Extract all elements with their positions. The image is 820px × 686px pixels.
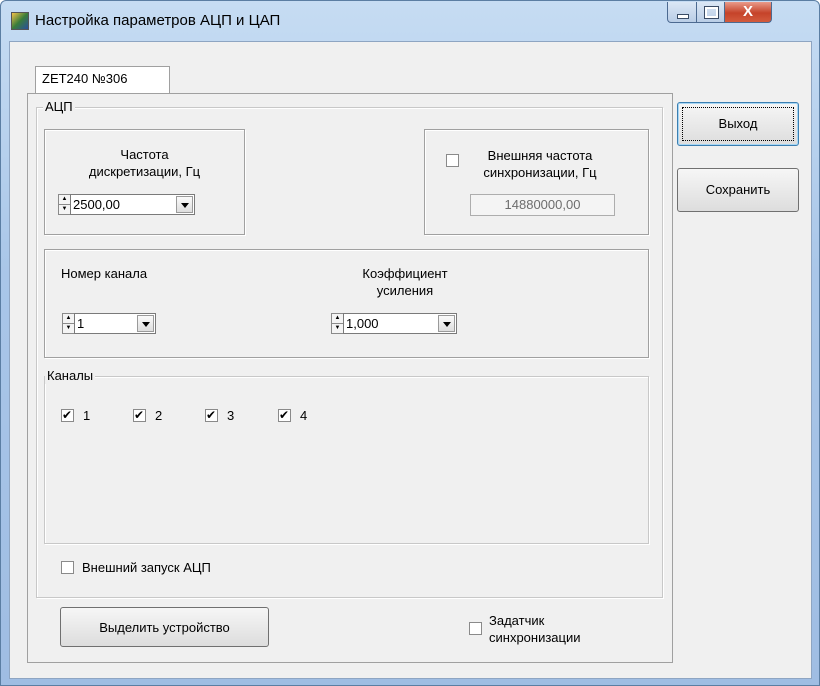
external-freq-frame: Внешняя частота синхронизации, Гц 148800…: [424, 129, 649, 235]
channel-check-label-1: 1: [83, 408, 91, 423]
channel-check-label-3: 3: [227, 408, 235, 423]
sampling-label-2: дискретизации, Гц: [88, 164, 201, 179]
channel-checkbox-3[interactable]: 3: [205, 407, 255, 424]
sampling-label-1: Частота: [120, 147, 169, 162]
exit-button[interactable]: Выход: [677, 102, 799, 146]
sampling-rate-select[interactable]: 2500,00: [70, 194, 195, 215]
sync-source-label-1: Задатчик: [489, 613, 545, 628]
adc-group-legend: АЦП: [43, 99, 75, 115]
sync-source-checkbox[interactable]: [469, 622, 482, 635]
channel-check-2[interactable]: [133, 407, 146, 423]
dialog-window: Настройка параметров АЦП и ЦАП X ZET240 …: [0, 0, 820, 686]
dialog-client-area: ZET240 №306 АЦП Частота дискретизации, Г…: [9, 41, 812, 679]
sync-source-label-2: синхронизации: [489, 630, 581, 645]
close-icon: X: [742, 3, 753, 20]
gain-value: 1,000: [346, 316, 379, 331]
chevron-down-icon[interactable]: [438, 315, 455, 332]
focus-rectangle: [682, 107, 794, 141]
spin-down-icon[interactable]: ▼: [63, 324, 74, 333]
sampling-frame: Частота дискретизации, Гц ▲ ▼ 2500,00: [44, 129, 245, 235]
channel-select[interactable]: 1: [74, 313, 156, 334]
external-freq-checkbox[interactable]: [446, 154, 459, 167]
external-start-checkbox[interactable]: [61, 561, 74, 574]
chevron-down-icon[interactable]: [137, 315, 154, 332]
channel-value: 1: [77, 316, 85, 331]
external-start-option[interactable]: Внешний запуск АЦП: [61, 560, 281, 576]
app-icon[interactable]: [11, 12, 29, 30]
channel-checkbox-4[interactable]: 4: [278, 407, 328, 424]
external-freq-value: 14880000,00: [470, 194, 615, 216]
channel-check-4[interactable]: [278, 407, 291, 423]
spin-up-icon[interactable]: ▲: [59, 195, 70, 205]
tab-panel: АЦП Частота дискретизации, Гц ▲ ▼ 2500,0…: [27, 93, 673, 663]
gain-label-2: усиления: [376, 283, 434, 298]
title-bar[interactable]: Настройка параметров АЦП и ЦАП X: [1, 1, 819, 41]
channel-checkbox-1[interactable]: 1: [61, 407, 111, 424]
channel-check-1[interactable]: [61, 407, 74, 423]
tab-device[interactable]: ZET240 №306: [35, 66, 170, 94]
minimize-button[interactable]: [667, 2, 697, 23]
save-button-label: Сохранить: [705, 182, 771, 197]
channel-gain-frame: Номер канала Коэффициент усиления ▲ ▼ 1 …: [44, 249, 649, 358]
adc-group: АЦП Частота дискретизации, Гц ▲ ▼ 2500,0…: [36, 99, 663, 598]
sync-source-option[interactable]: Задатчик синхронизации: [469, 612, 629, 648]
channel-check-3[interactable]: [205, 407, 218, 423]
channel-check-label-2: 2: [155, 408, 163, 423]
window-title: Настройка параметров АЦП и ЦАП: [35, 12, 281, 29]
external-start-label: Внешний запуск АЦП: [82, 560, 211, 575]
chevron-down-icon[interactable]: [176, 196, 193, 213]
spin-down-icon[interactable]: ▼: [59, 205, 70, 214]
spin-up-icon[interactable]: ▲: [63, 314, 74, 324]
spin-up-icon[interactable]: ▲: [332, 314, 343, 324]
sampling-rate-value: 2500,00: [73, 197, 120, 212]
channel-checkbox-2[interactable]: 2: [133, 407, 183, 424]
channels-group: Каналы 1 2 3 4: [44, 368, 649, 544]
channel-check-label-4: 4: [300, 408, 308, 423]
external-freq-label-1: Внешняя частота: [487, 148, 593, 163]
external-freq-label-2: синхронизации, Гц: [483, 165, 597, 180]
gain-label-1: Коэффициент: [362, 266, 448, 281]
channels-group-legend: Каналы: [45, 368, 96, 384]
spin-down-icon[interactable]: ▼: [332, 324, 343, 333]
maximize-button[interactable]: [696, 2, 725, 23]
channel-number-label: Номер канала: [61, 266, 148, 281]
save-button[interactable]: Сохранить: [677, 168, 799, 212]
gain-select[interactable]: 1,000: [343, 313, 457, 334]
close-button[interactable]: X: [724, 2, 772, 23]
select-device-button[interactable]: Выделить устройство: [60, 607, 269, 647]
